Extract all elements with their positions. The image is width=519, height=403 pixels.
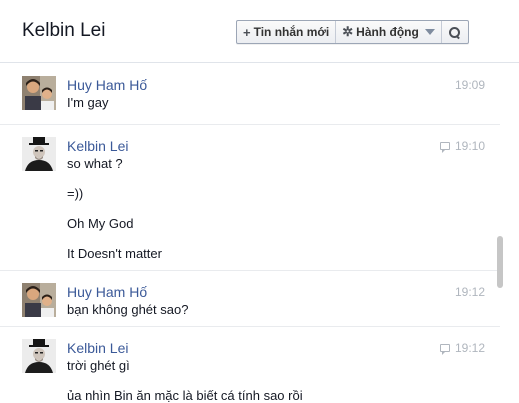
speech-bubble-icon xyxy=(439,142,450,153)
avatar-huy[interactable] xyxy=(22,283,56,317)
new-message-label: Tin nhắn mới xyxy=(253,25,330,39)
message-text: I'm gay xyxy=(67,95,109,110)
scrollbar-thumb[interactable] xyxy=(497,236,503,288)
actions-label: Hành động xyxy=(356,25,419,39)
message-text: bạn không ghét sao? xyxy=(67,302,189,317)
message-group: Huy Ham Hố 19:12 bạn không ghét sao? xyxy=(0,270,500,326)
message-thread: Huy Ham Hố 19:09 I'm gay Kelbin Lei 19:1… xyxy=(0,64,500,403)
sender-name[interactable]: Kelbin Lei xyxy=(67,125,500,155)
scrollbar-track[interactable] xyxy=(500,64,519,403)
sender-name[interactable]: Huy Ham Hố xyxy=(67,271,500,301)
actions-button[interactable]: ✲ Hành động xyxy=(336,21,442,43)
message-text: =)) xyxy=(67,186,84,201)
sender-name[interactable]: Huy Ham Hố xyxy=(67,64,500,94)
avatar-kelbin[interactable] xyxy=(22,339,56,373)
message-text: trời ghét gì xyxy=(67,358,130,373)
sender-name[interactable]: Kelbin Lei xyxy=(67,327,500,357)
conversation-toolbar: + Tin nhắn mới ✲ Hành động xyxy=(236,20,469,44)
message-timestamp: 19:12 xyxy=(454,285,485,299)
new-message-button[interactable]: + Tin nhắn mới xyxy=(237,21,337,43)
message-group: Huy Ham Hố 19:09 I'm gay xyxy=(0,64,500,124)
avatar-kelbin[interactable] xyxy=(22,137,56,171)
conversation-title: Kelbin Lei xyxy=(22,20,106,41)
speech-bubble-icon xyxy=(439,344,450,355)
caret-down-icon xyxy=(424,29,435,35)
message-timestamp: 19:10 xyxy=(439,139,485,153)
message-timestamp: 19:12 xyxy=(439,341,485,355)
message-timestamp: 19:09 xyxy=(454,78,485,92)
message-text: It Doesn't matter xyxy=(67,246,162,261)
plus-icon: + xyxy=(243,24,251,40)
message-text: Oh My God xyxy=(67,216,134,231)
message-text: ủa nhìn Bin ăn mặc là biết cá tính sao r… xyxy=(67,388,303,403)
conversation-header: Kelbin Lei + Tin nhắn mới ✲ Hành động xyxy=(0,0,519,63)
gear-icon: ✲ xyxy=(342,24,354,39)
timestamp-text: 19:12 xyxy=(454,341,485,355)
avatar-huy[interactable] xyxy=(22,76,56,110)
search-icon xyxy=(449,26,461,38)
message-group: Kelbin Lei 19:12 trời ghét gì ủa nhìn Bi… xyxy=(0,326,500,403)
message-group: Kelbin Lei 19:10 so what ? =)) Oh My God… xyxy=(0,124,500,270)
search-button[interactable] xyxy=(442,21,468,43)
timestamp-text: 19:10 xyxy=(454,139,485,153)
message-text: so what ? xyxy=(67,156,123,171)
